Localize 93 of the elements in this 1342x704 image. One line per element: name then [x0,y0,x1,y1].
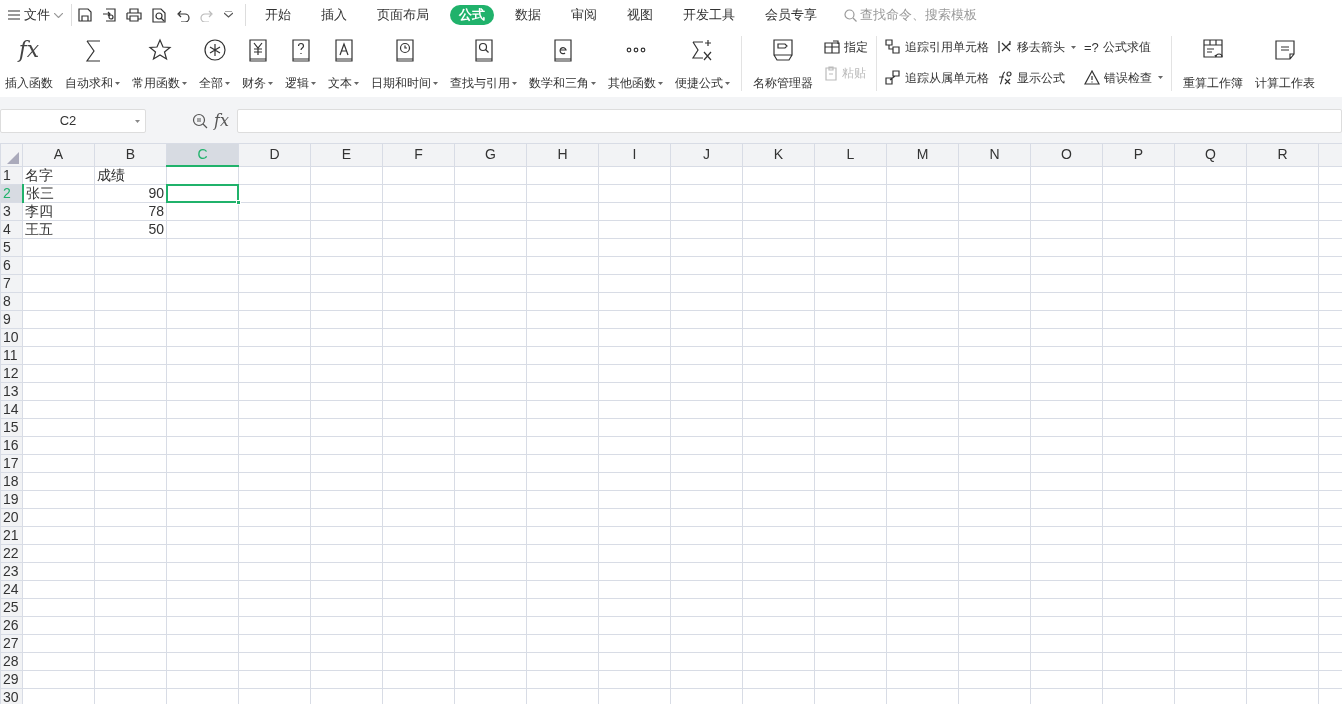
ribbon-button[interactable]: 追踪引用单元格 [885,38,989,56]
asterisk-circle-icon[interactable] [202,38,227,62]
caret-icon[interactable] [658,81,663,85]
chevron-down-icon[interactable] [224,11,233,19]
formula-input[interactable] [236,109,1342,133]
zoom-icon[interactable] [192,113,208,129]
column-header[interactable]: N [958,143,1031,166]
tag-tray-icon[interactable] [771,38,795,62]
table-cell-text: 78 [147,202,165,220]
column-header[interactable]: J [670,143,743,166]
function-button[interactable]: 日期和时间 [368,36,441,91]
function-button[interactable]: 逻辑 [282,36,319,91]
table-tag-icon[interactable] [824,40,840,54]
ribbon-tab[interactable]: 开始 [256,5,300,25]
undo-icon[interactable] [176,8,190,22]
function-button[interactable]: 其他函数 [605,36,666,91]
caret-icon[interactable] [1071,45,1076,49]
ribbon-button[interactable]: 追踪从属单元格 [885,68,989,87]
column-header[interactable]: E [310,143,383,166]
function-button[interactable]: 全部 [196,36,233,91]
column-header[interactable]: O [1030,143,1103,166]
ribbon-button[interactable]: 显示公式 [997,68,1076,87]
function-button[interactable]: 查找与引用 [447,36,520,91]
menu-icon[interactable] [8,10,20,20]
function-button[interactable]: 常用函数 [129,36,190,91]
star-icon[interactable] [147,38,172,62]
ribbon-tab[interactable]: 审阅 [562,5,606,25]
calculate-button[interactable]: 计算工作表 [1252,36,1318,91]
column-header[interactable]: H [526,143,599,166]
caret-icon[interactable] [182,81,187,85]
ribbon-tab[interactable]: 插入 [312,5,356,25]
ribbon-tab[interactable]: 会员专享 [756,5,826,25]
caret-icon[interactable] [512,81,517,85]
function-button[interactable]: 文本 [325,36,362,91]
function-button[interactable]: 财务 [239,36,276,91]
file-menu[interactable]: 文件 [6,3,65,27]
function-button[interactable]: fx 插入函数 [2,36,56,91]
ribbon-button[interactable]: =? 公式求值 [1084,38,1163,56]
export-icon[interactable] [102,8,116,22]
caret-icon[interactable] [1158,76,1163,79]
calculate-button[interactable]: 重算工作簿 [1180,36,1246,91]
print-icon[interactable] [126,8,142,22]
ribbon-tab[interactable]: 开发工具 [674,5,744,25]
cross-arrows-icon[interactable] [997,39,1013,55]
function-button[interactable]: 数学和三角 [526,36,599,91]
table-cell-text: 张三 [24,184,55,202]
caret-icon[interactable] [725,81,730,85]
column-header[interactable]: D [238,143,311,166]
note-icon[interactable] [1273,38,1297,62]
warning-icon[interactable] [1084,69,1100,86]
column-header[interactable]: M [886,143,959,166]
column-header[interactable]: P [1102,143,1175,166]
table-cell-text: 名字 [24,166,54,184]
column-header[interactable]: K [742,143,815,166]
caret-icon[interactable] [354,81,359,85]
ribbon-tab[interactable]: 数据 [506,5,550,25]
trace-precedents-icon[interactable] [885,39,901,55]
print-preview-icon[interactable] [152,7,166,23]
column-header[interactable]: G [454,143,527,166]
search-field[interactable]: 查找命令、搜索模板 [844,3,1024,27]
table-cell-text: 50 [147,220,165,238]
ribbon-button[interactable]: 移去箭头 [997,38,1076,56]
function-button[interactable]: 便捷公式 [672,36,733,91]
column-header[interactable]: R [1246,143,1319,166]
caret-icon[interactable] [225,81,230,85]
ribbon-button[interactable]: 指定 [824,38,868,56]
column-header[interactable]: L [814,143,887,166]
caret-icon[interactable] [311,81,316,85]
ribbon-button[interactable]: 错误检查 [1084,68,1163,87]
ribbon-tab[interactable]: 页面布局 [368,5,438,25]
name-manager-button[interactable]: 名称管理器 [750,36,816,91]
caret-icon[interactable] [591,81,596,85]
function-button[interactable]: fx [214,109,229,133]
column-header[interactable]: Q [1174,143,1247,166]
table-cell-text: 李四 [24,202,54,220]
function-button[interactable]: 自动求和 [62,36,123,91]
column-header[interactable]: I [598,143,671,166]
caret-icon[interactable] [433,81,438,85]
formula-eye-icon[interactable] [997,69,1013,86]
caret-icon[interactable] [115,81,120,85]
table-cell-text: 90 [147,184,165,202]
trace-dependents-icon[interactable] [885,69,901,86]
ribbon-tab[interactable]: 视图 [618,5,662,25]
table-cell-text: 王五 [24,220,54,238]
save-icon[interactable] [78,8,92,22]
name-box[interactable]: C2 [0,109,146,133]
caret-icon[interactable] [135,119,140,123]
column-header[interactable]: B [94,143,167,166]
caret-icon[interactable] [268,81,273,85]
column-header[interactable]: F [382,143,455,166]
table-cell-text: 成绩 [96,166,126,184]
column-header[interactable]: A [22,143,95,166]
search-icon[interactable] [844,8,857,22]
